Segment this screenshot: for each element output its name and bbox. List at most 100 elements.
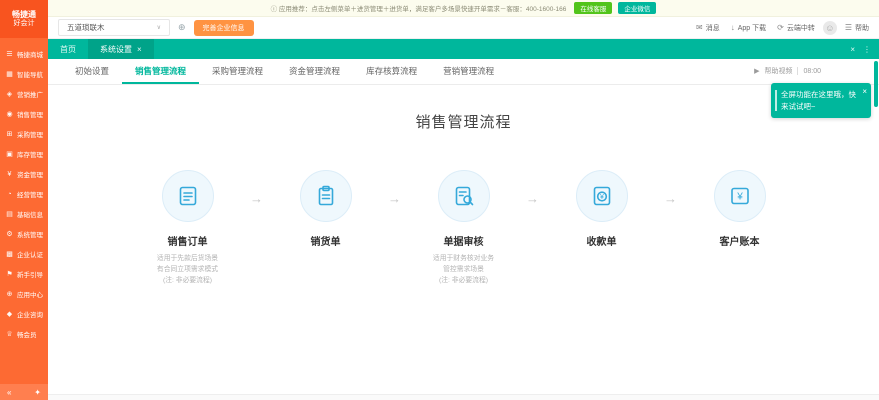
sidebar-item-smart-nav[interactable]: ▦智能导航 [0,64,48,84]
sidebar-item-label: 基础信息 [17,209,43,219]
sidebar-item-operation[interactable]: ◔经营管理 [0,184,48,204]
sidebar-item-member[interactable]: ♕畅会员 [0,324,48,344]
logo-subtext: 好会计 [14,20,35,29]
sales-icon: ◉ [5,110,14,118]
sidebar-menu: ☰畅捷商城▦智能导航◈营销推广◉销售管理⊞采购管理▣库存管理¥资金管理◔经营管理… [0,38,48,384]
caption-line: (注: 非必要流程) [412,275,516,286]
help-video-link[interactable]: ▶ 帮助视频 08:00 [754,66,821,76]
tabbar-actions: × ⋮ [850,39,879,59]
sidebar-item-label: 库存管理 [17,149,43,159]
subtab-3[interactable]: 资金管理流程 [276,59,353,84]
header-link-label: App 下载 [738,23,766,33]
play-icon: ▶ [754,67,759,75]
sidebar-item-inventory[interactable]: ▣库存管理 [0,144,48,164]
globe-icon[interactable]: ⊕ [178,22,186,33]
workspace-tab[interactable]: 系统设置 × [88,39,154,59]
funds-icon: ¥ [5,171,14,178]
flow-step-sales-order: 销售订单适用于先款后货场景有合同立项需求模式(注: 非必要流程) [136,170,240,287]
sidebar-item-enterprise-cert[interactable]: ▩企业认证 [0,244,48,264]
sidebar-item-marketing[interactable]: ◈营销推广 [0,84,48,104]
horizontal-scrollbar[interactable] [48,394,879,400]
flow-step-label: 单据审核 [412,233,516,248]
svg-text:¥: ¥ [736,192,743,203]
flow-step-label: 客户账本 [688,233,792,248]
caption-line: 适用于财务核对业务 [412,253,516,264]
sidebar-item-guide[interactable]: ⚑新手引导 [0,264,48,284]
flow-arrow-icon: → [654,191,688,206]
theme-icon[interactable]: ✦ [34,388,41,397]
sidebar-item-label: 智能导航 [17,69,43,79]
info-doc-icon: ▤ [5,210,14,218]
sidebar-item-consult[interactable]: ◆企业咨询 [0,304,48,324]
topbar-badge[interactable]: 企业微信 [618,2,656,14]
promo-icon: ◈ [5,90,14,98]
sidebar-item-label: 营销推广 [17,89,43,99]
download-icon: ↓ [731,23,735,32]
guide-icon: ⚑ [5,270,14,278]
flow-step-label: 收款单 [550,233,654,248]
help-video-label: 帮助视频 [764,66,792,76]
company-selector[interactable]: 五道琐联木 ∨ [58,19,170,36]
subtab-4[interactable]: 库存核算流程 [353,59,430,84]
purchase-icon: ⊞ [5,130,14,138]
complete-info-button[interactable]: 完善企业信息 [194,20,254,36]
cert-icon: ▩ [5,250,14,258]
fullscreen-tooltip: 全屏功能在这里哦，快来试试吧~ × [771,83,871,118]
workflow-diagram: 销售订单适用于先款后货场景有合同立项需求模式(注: 非必要流程)→销货单→单据审… [48,170,879,287]
topbar-badge[interactable]: 在线客服 [574,2,612,14]
subtab-1[interactable]: 销售管理流程 [122,59,199,84]
sidebar-item-mall[interactable]: ☰畅捷商城 [0,44,48,64]
header-link-cloud-transfer[interactable]: ⟳云端中转 [777,23,815,33]
tab-label: 系统设置 [100,44,132,55]
help-video-time: 08:00 [803,68,821,75]
avatar[interactable]: ☺ [823,21,837,35]
chevron-down-icon: ∨ [157,24,161,31]
flow-arrow-icon: → [240,191,274,206]
sidebar-item-base-info[interactable]: ▤基础信息 [0,204,48,224]
sidebar-item-label: 新手引导 [17,269,43,279]
close-all-tabs-icon[interactable]: × [850,45,855,54]
app-logo[interactable]: 畅捷通 好会计 [0,0,48,38]
subtab-5[interactable]: 营销管理流程 [430,59,507,84]
caption-line: 管控需求场景 [412,264,516,275]
flow-step-label: 销货单 [274,233,378,248]
nav-icon: ▦ [5,70,14,78]
caption-line: 适用于先款后货场景 [136,253,240,264]
sidebar-item-sales[interactable]: ◉销售管理 [0,104,48,124]
header-link-app-download[interactable]: ↓App 下载 [731,23,766,33]
logo-text: 畅捷通 [12,10,36,20]
sidebar-item-system[interactable]: ⚙系统管理 [0,224,48,244]
tooltip-text: 全屏功能在这里哦，快来试试吧~ [781,90,856,111]
vertical-scrollbar[interactable] [874,61,878,107]
subtab-0[interactable]: 初始设置 [62,59,122,84]
sidebar-item-label: 畅捷商城 [17,49,43,59]
divider [797,67,798,75]
sidebar-item-label: 经营管理 [17,189,43,199]
sidebar-item-purchase[interactable]: ⊞采购管理 [0,124,48,144]
tooltip-close-icon[interactable]: × [862,86,867,98]
system-icon: ⚙ [5,230,14,238]
sidebar-item-app-center[interactable]: ⊕应用中心 [0,284,48,304]
sidebar-item-label: 销售管理 [17,109,43,119]
consult-icon: ◆ [5,310,14,318]
caption-line: (注: 非必要流程) [136,275,240,286]
announcement-bar: ⓘ 应用推荐：点击左侧菜单＋进货管理＋进货单，满足客户多场景快速开单需求－客服：… [48,0,879,17]
sync-icon: ⟳ [777,23,784,32]
header-link-help[interactable]: ☰ 帮助 [845,23,869,33]
workspace-tabs: 首页 系统设置 × [48,39,154,59]
header-links: ✉消息 ↓App 下载 ⟳云端中转 [696,23,815,33]
subtab-2[interactable]: 采购管理流程 [199,59,276,84]
sidebar-item-funds[interactable]: ¥资金管理 [0,164,48,184]
user-icon: ☺ [825,23,834,33]
close-tab-icon[interactable]: × [137,45,142,54]
workspace-tabbar: 首页 系统设置 × × ⋮ [48,39,879,59]
header-link-messages[interactable]: ✉消息 [696,23,720,33]
tab-list-icon[interactable]: ⋮ [863,45,871,54]
sidebar-item-label: 应用中心 [17,289,43,299]
header-link-label: 帮助 [855,23,869,33]
doc-search-icon [438,170,490,222]
flow-step-caption: 适用于先款后货场景有合同立项需求模式(注: 非必要流程) [136,253,240,287]
announcement-text: ⓘ 应用推荐：点击左侧菜单＋进货管理＋进货单，满足客户多场景快速开单需求－客服：… [271,3,567,13]
collapse-sidebar-icon[interactable]: « [7,388,11,397]
workspace-tab[interactable]: 首页 [48,39,88,59]
